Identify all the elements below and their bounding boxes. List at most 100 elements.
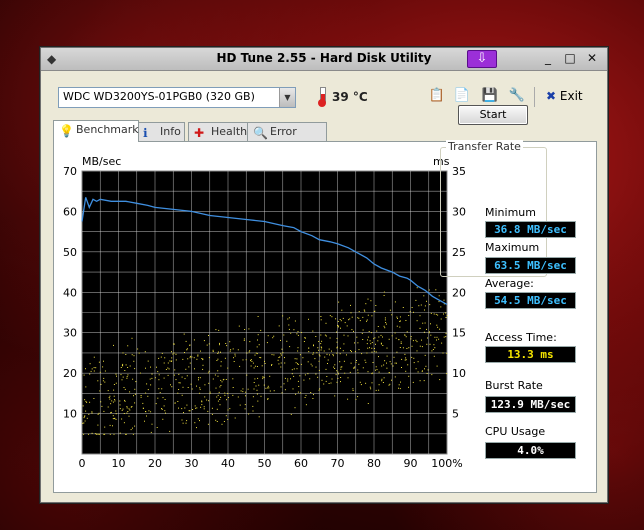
access-time-point bbox=[109, 395, 111, 397]
access-time-point bbox=[225, 343, 227, 344]
access-time-point bbox=[429, 304, 431, 306]
access-time-point bbox=[280, 366, 282, 368]
access-time-point bbox=[147, 395, 149, 397]
access-time-point bbox=[369, 386, 371, 388]
access-time-point bbox=[171, 357, 173, 359]
access-time-point bbox=[318, 369, 320, 371]
access-time-point bbox=[310, 392, 312, 393]
access-time-point bbox=[405, 357, 407, 359]
access-time-point bbox=[344, 322, 346, 324]
access-time-point bbox=[233, 357, 234, 359]
access-time-point bbox=[182, 386, 184, 388]
access-time-point bbox=[262, 376, 264, 378]
access-time-point bbox=[288, 324, 290, 326]
access-time-point bbox=[199, 388, 201, 390]
access-time-point bbox=[317, 376, 319, 378]
access-time-point bbox=[313, 352, 314, 354]
access-time-point bbox=[268, 387, 270, 389]
access-time-point bbox=[327, 359, 329, 361]
access-time-point bbox=[410, 338, 412, 340]
access-time-point bbox=[358, 317, 360, 319]
access-time-point bbox=[143, 407, 144, 409]
access-time-point bbox=[113, 344, 114, 346]
access-time-point bbox=[220, 361, 222, 363]
access-time-point bbox=[252, 362, 254, 364]
access-time-point bbox=[305, 404, 307, 406]
access-time-point bbox=[83, 417, 85, 419]
access-time-point bbox=[334, 368, 336, 369]
average-label: Average: bbox=[485, 277, 534, 290]
access-time-point bbox=[407, 364, 409, 366]
access-time-point bbox=[350, 312, 352, 314]
access-time-point bbox=[340, 366, 342, 368]
access-time-point bbox=[122, 363, 124, 365]
access-time-point bbox=[150, 366, 151, 368]
access-time-point bbox=[193, 339, 195, 341]
access-time-point bbox=[317, 347, 319, 349]
left-tick-label: 10 bbox=[63, 408, 77, 421]
access-time-point bbox=[391, 379, 392, 381]
access-time-point bbox=[381, 378, 383, 380]
access-time-point bbox=[436, 365, 438, 367]
access-time-point bbox=[445, 317, 447, 318]
access-time-point bbox=[290, 413, 292, 415]
x-tick-label: 20 bbox=[148, 457, 162, 470]
access-time-point bbox=[384, 317, 386, 319]
access-time-point bbox=[125, 433, 127, 435]
access-time-point bbox=[195, 407, 197, 409]
access-time-point bbox=[158, 388, 160, 390]
access-time-point bbox=[351, 329, 353, 331]
access-time-point bbox=[131, 354, 133, 356]
access-time-point bbox=[215, 329, 217, 331]
access-time-point bbox=[416, 350, 418, 352]
access-time-point bbox=[165, 412, 166, 414]
access-time-point bbox=[413, 362, 415, 364]
access-time-point bbox=[273, 354, 275, 356]
access-time-point bbox=[410, 336, 412, 338]
access-time-point bbox=[423, 331, 425, 333]
access-time-point bbox=[256, 393, 258, 395]
access-time-point bbox=[433, 313, 435, 315]
access-time-point bbox=[227, 393, 229, 394]
access-time-point bbox=[412, 340, 414, 342]
access-time-point bbox=[426, 328, 427, 330]
access-time-point bbox=[320, 316, 322, 317]
access-time-point bbox=[158, 374, 160, 376]
access-time-point bbox=[229, 408, 231, 410]
access-time-point bbox=[353, 368, 355, 369]
left-tick-label: 50 bbox=[63, 246, 77, 259]
tab-benchmark[interactable]: 💡 Benchmark bbox=[53, 120, 139, 142]
access-time-point bbox=[83, 422, 85, 424]
access-time-point bbox=[364, 310, 366, 312]
access-time-point bbox=[165, 369, 167, 370]
start-button[interactable]: Start bbox=[458, 105, 528, 125]
access-time-point bbox=[221, 423, 223, 425]
access-time-point bbox=[257, 339, 258, 341]
access-time-point bbox=[85, 386, 87, 388]
access-time-point bbox=[431, 350, 433, 352]
burst-rate-label: Burst Rate bbox=[485, 379, 543, 392]
access-time-point bbox=[256, 346, 258, 348]
access-time-point bbox=[190, 383, 192, 385]
access-time-point bbox=[253, 388, 255, 390]
access-time-point bbox=[134, 388, 136, 390]
access-time-point bbox=[159, 392, 161, 394]
access-time-point bbox=[304, 374, 306, 376]
access-time-point bbox=[368, 331, 370, 332]
access-time-point bbox=[325, 368, 327, 370]
access-time-point bbox=[194, 368, 195, 370]
access-time-point bbox=[188, 410, 190, 412]
access-time-point bbox=[384, 360, 386, 362]
access-time-point bbox=[367, 339, 368, 341]
access-time-point bbox=[377, 340, 379, 342]
access-time-point bbox=[196, 407, 198, 409]
access-time-point bbox=[248, 413, 250, 415]
access-time-point bbox=[125, 354, 127, 355]
access-time-point bbox=[435, 289, 437, 291]
access-time-point bbox=[427, 337, 428, 339]
access-time-point bbox=[348, 319, 350, 321]
access-time-point bbox=[120, 367, 122, 368]
access-time-point bbox=[441, 342, 443, 344]
access-time-point bbox=[309, 378, 311, 380]
access-time-point bbox=[324, 334, 326, 336]
